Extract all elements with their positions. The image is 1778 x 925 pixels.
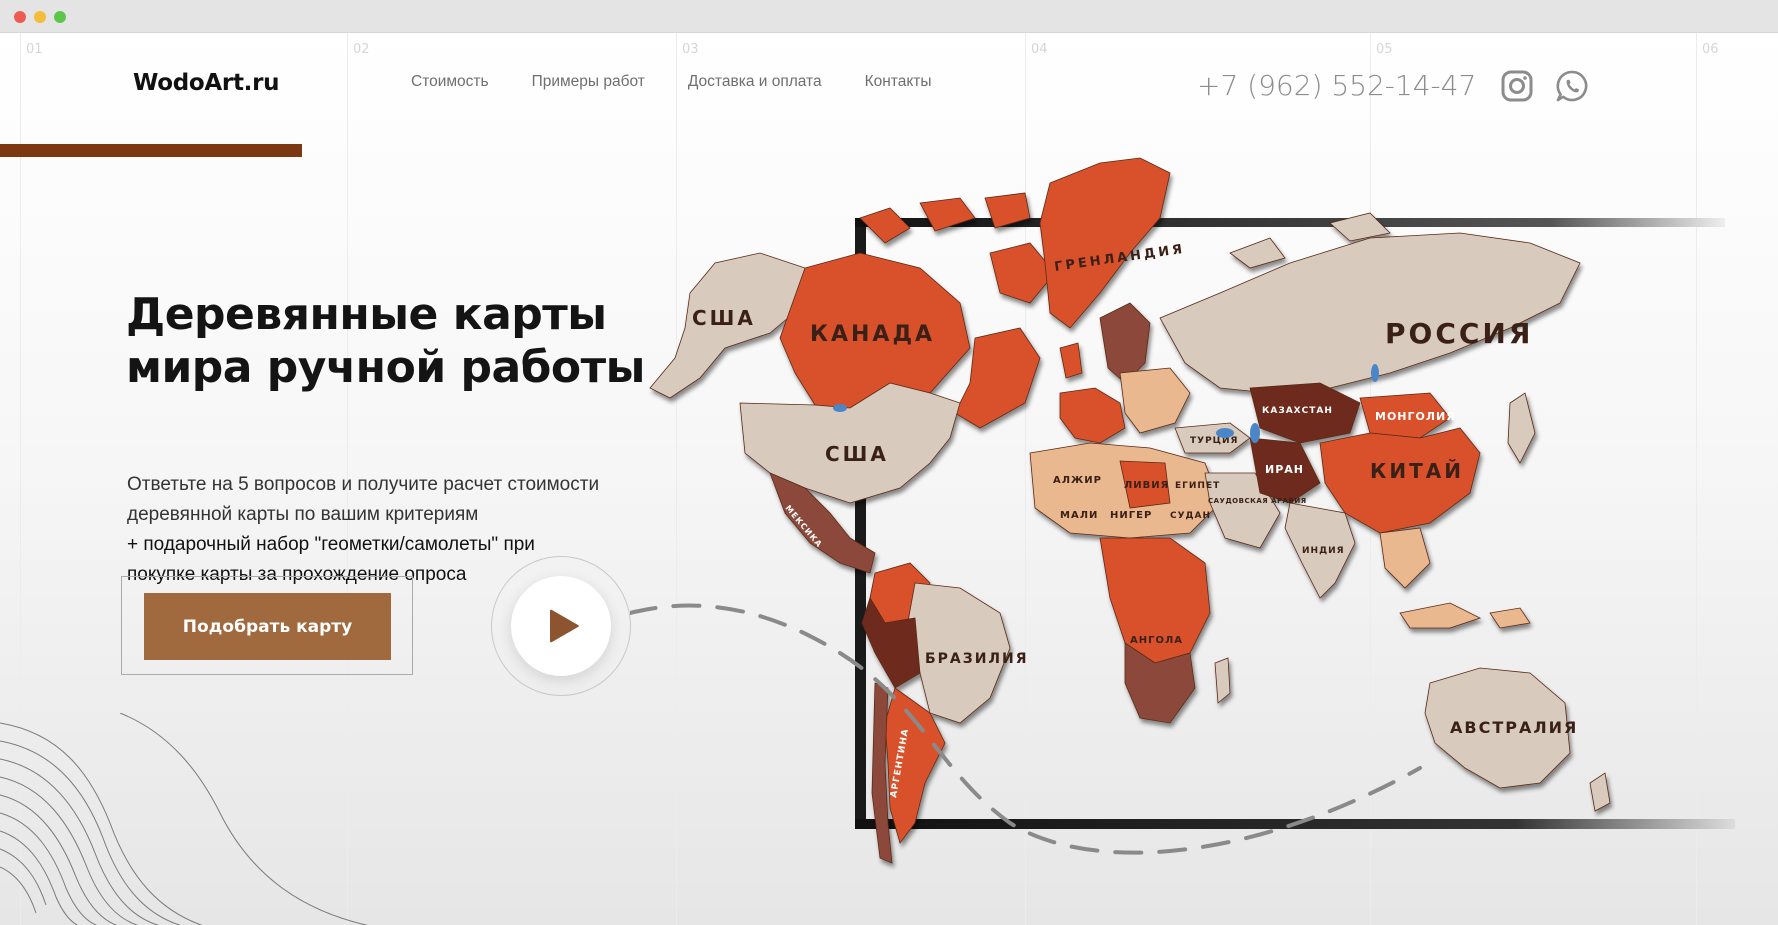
map-label-usa: США bbox=[825, 442, 889, 466]
map-label-algeria: АЛЖИР bbox=[1053, 475, 1102, 486]
map-europe-west bbox=[1059, 387, 1126, 444]
whatsapp-icon[interactable] bbox=[1555, 69, 1589, 103]
hero-subtitle-line: Ответьте на 5 вопросов и получите расчет… bbox=[127, 474, 600, 495]
map-se-asia bbox=[1379, 527, 1431, 589]
map-label-mongolia: МОНГОЛИЯ bbox=[1375, 410, 1456, 423]
map-label-iran: ИРАН bbox=[1265, 463, 1304, 476]
map-label-libya: ЛИВИЯ bbox=[1124, 480, 1169, 491]
map-label-mali: МАЛИ bbox=[1060, 510, 1098, 521]
hero-title-line: Деревянные карты bbox=[126, 289, 607, 340]
map-russia bbox=[1159, 232, 1581, 394]
nav-item-cost[interactable]: Стоимость bbox=[411, 73, 489, 91]
map-baikal bbox=[1371, 364, 1379, 382]
play-video-button[interactable] bbox=[511, 576, 611, 676]
frame-top bbox=[855, 218, 1725, 227]
column-number: 03 bbox=[682, 42, 699, 57]
map-black-sea bbox=[1216, 428, 1234, 438]
map-label-canada: КАНАДА bbox=[810, 322, 935, 347]
map-label-alaska: США bbox=[692, 306, 756, 330]
hero-subtitle: Ответьте на 5 вопросов и получите расчет… bbox=[127, 470, 687, 530]
nav-item-delivery[interactable]: Доставка и оплата bbox=[688, 73, 822, 91]
column-number: 04 bbox=[1031, 42, 1048, 57]
hero-subtitle-line: деревянной карты по вашим критериям bbox=[127, 504, 479, 525]
map-label-kazakhstan: КАЗАХСТАН bbox=[1262, 406, 1333, 416]
map-label-china: КИТАЙ bbox=[1370, 459, 1464, 483]
map-label-sudan: СУДАН bbox=[1170, 511, 1211, 521]
map-japan bbox=[1507, 392, 1536, 464]
hero-title-line: мира ручной работы bbox=[126, 342, 645, 393]
map-label-egypt: ЕГИПЕТ bbox=[1175, 481, 1220, 491]
column-number: 02 bbox=[353, 42, 370, 57]
brand-logo[interactable]: WodoArt.ru bbox=[133, 70, 280, 96]
dashed-flight-path bbox=[630, 603, 1422, 855]
minimize-window-button[interactable] bbox=[34, 11, 46, 23]
main-nav: Стоимость Примеры работ Доставка и оплат… bbox=[411, 73, 932, 91]
play-icon bbox=[550, 609, 579, 643]
map-label-saudi: САУДОВСКАЯ АРАВИЯ bbox=[1208, 497, 1307, 505]
map-label-australia: АВСТРАЛИЯ bbox=[1450, 718, 1578, 737]
hero-title: Деревянные карты мира ручной работы bbox=[126, 288, 686, 394]
brand-accent-bar bbox=[0, 144, 302, 157]
map-uk bbox=[1059, 342, 1083, 379]
map-label-niger: НИГЕР bbox=[1110, 510, 1152, 521]
map-caspian-sea bbox=[1250, 423, 1260, 443]
map-europe-central bbox=[1119, 367, 1191, 434]
map-lake bbox=[833, 404, 847, 412]
landing-page: 01 02 03 04 05 06 WodoArt.ru Стоимость П… bbox=[0, 33, 1778, 925]
nav-item-contacts[interactable]: Контакты bbox=[865, 73, 932, 91]
nav-item-examples[interactable]: Примеры работ bbox=[532, 73, 645, 91]
phone-number[interactable]: +7 (962) 552-14-47 bbox=[1197, 69, 1476, 102]
map-canada-islands bbox=[859, 192, 1031, 244]
instagram-icon[interactable] bbox=[1500, 69, 1534, 103]
column-number: 06 bbox=[1702, 42, 1719, 57]
maximize-window-button[interactable] bbox=[54, 11, 66, 23]
browser-titlebar bbox=[0, 0, 1778, 33]
map-label-turkey: ТУРЦИЯ bbox=[1190, 436, 1239, 446]
column-number: 01 bbox=[26, 42, 43, 57]
map-greenland bbox=[1039, 157, 1171, 329]
hero-gift-line: + подарочный набор "геометки/самолеты" п… bbox=[127, 534, 535, 555]
map-label-india: ИНДИЯ bbox=[1302, 546, 1345, 556]
choose-map-button[interactable]: Подобрать карту bbox=[144, 593, 391, 660]
decorative-wave-lines bbox=[0, 713, 369, 925]
column-number: 05 bbox=[1376, 42, 1393, 57]
map-label-russia: РОССИЯ bbox=[1385, 317, 1533, 350]
map-new-zealand bbox=[1589, 772, 1611, 812]
close-window-button[interactable] bbox=[14, 11, 26, 23]
